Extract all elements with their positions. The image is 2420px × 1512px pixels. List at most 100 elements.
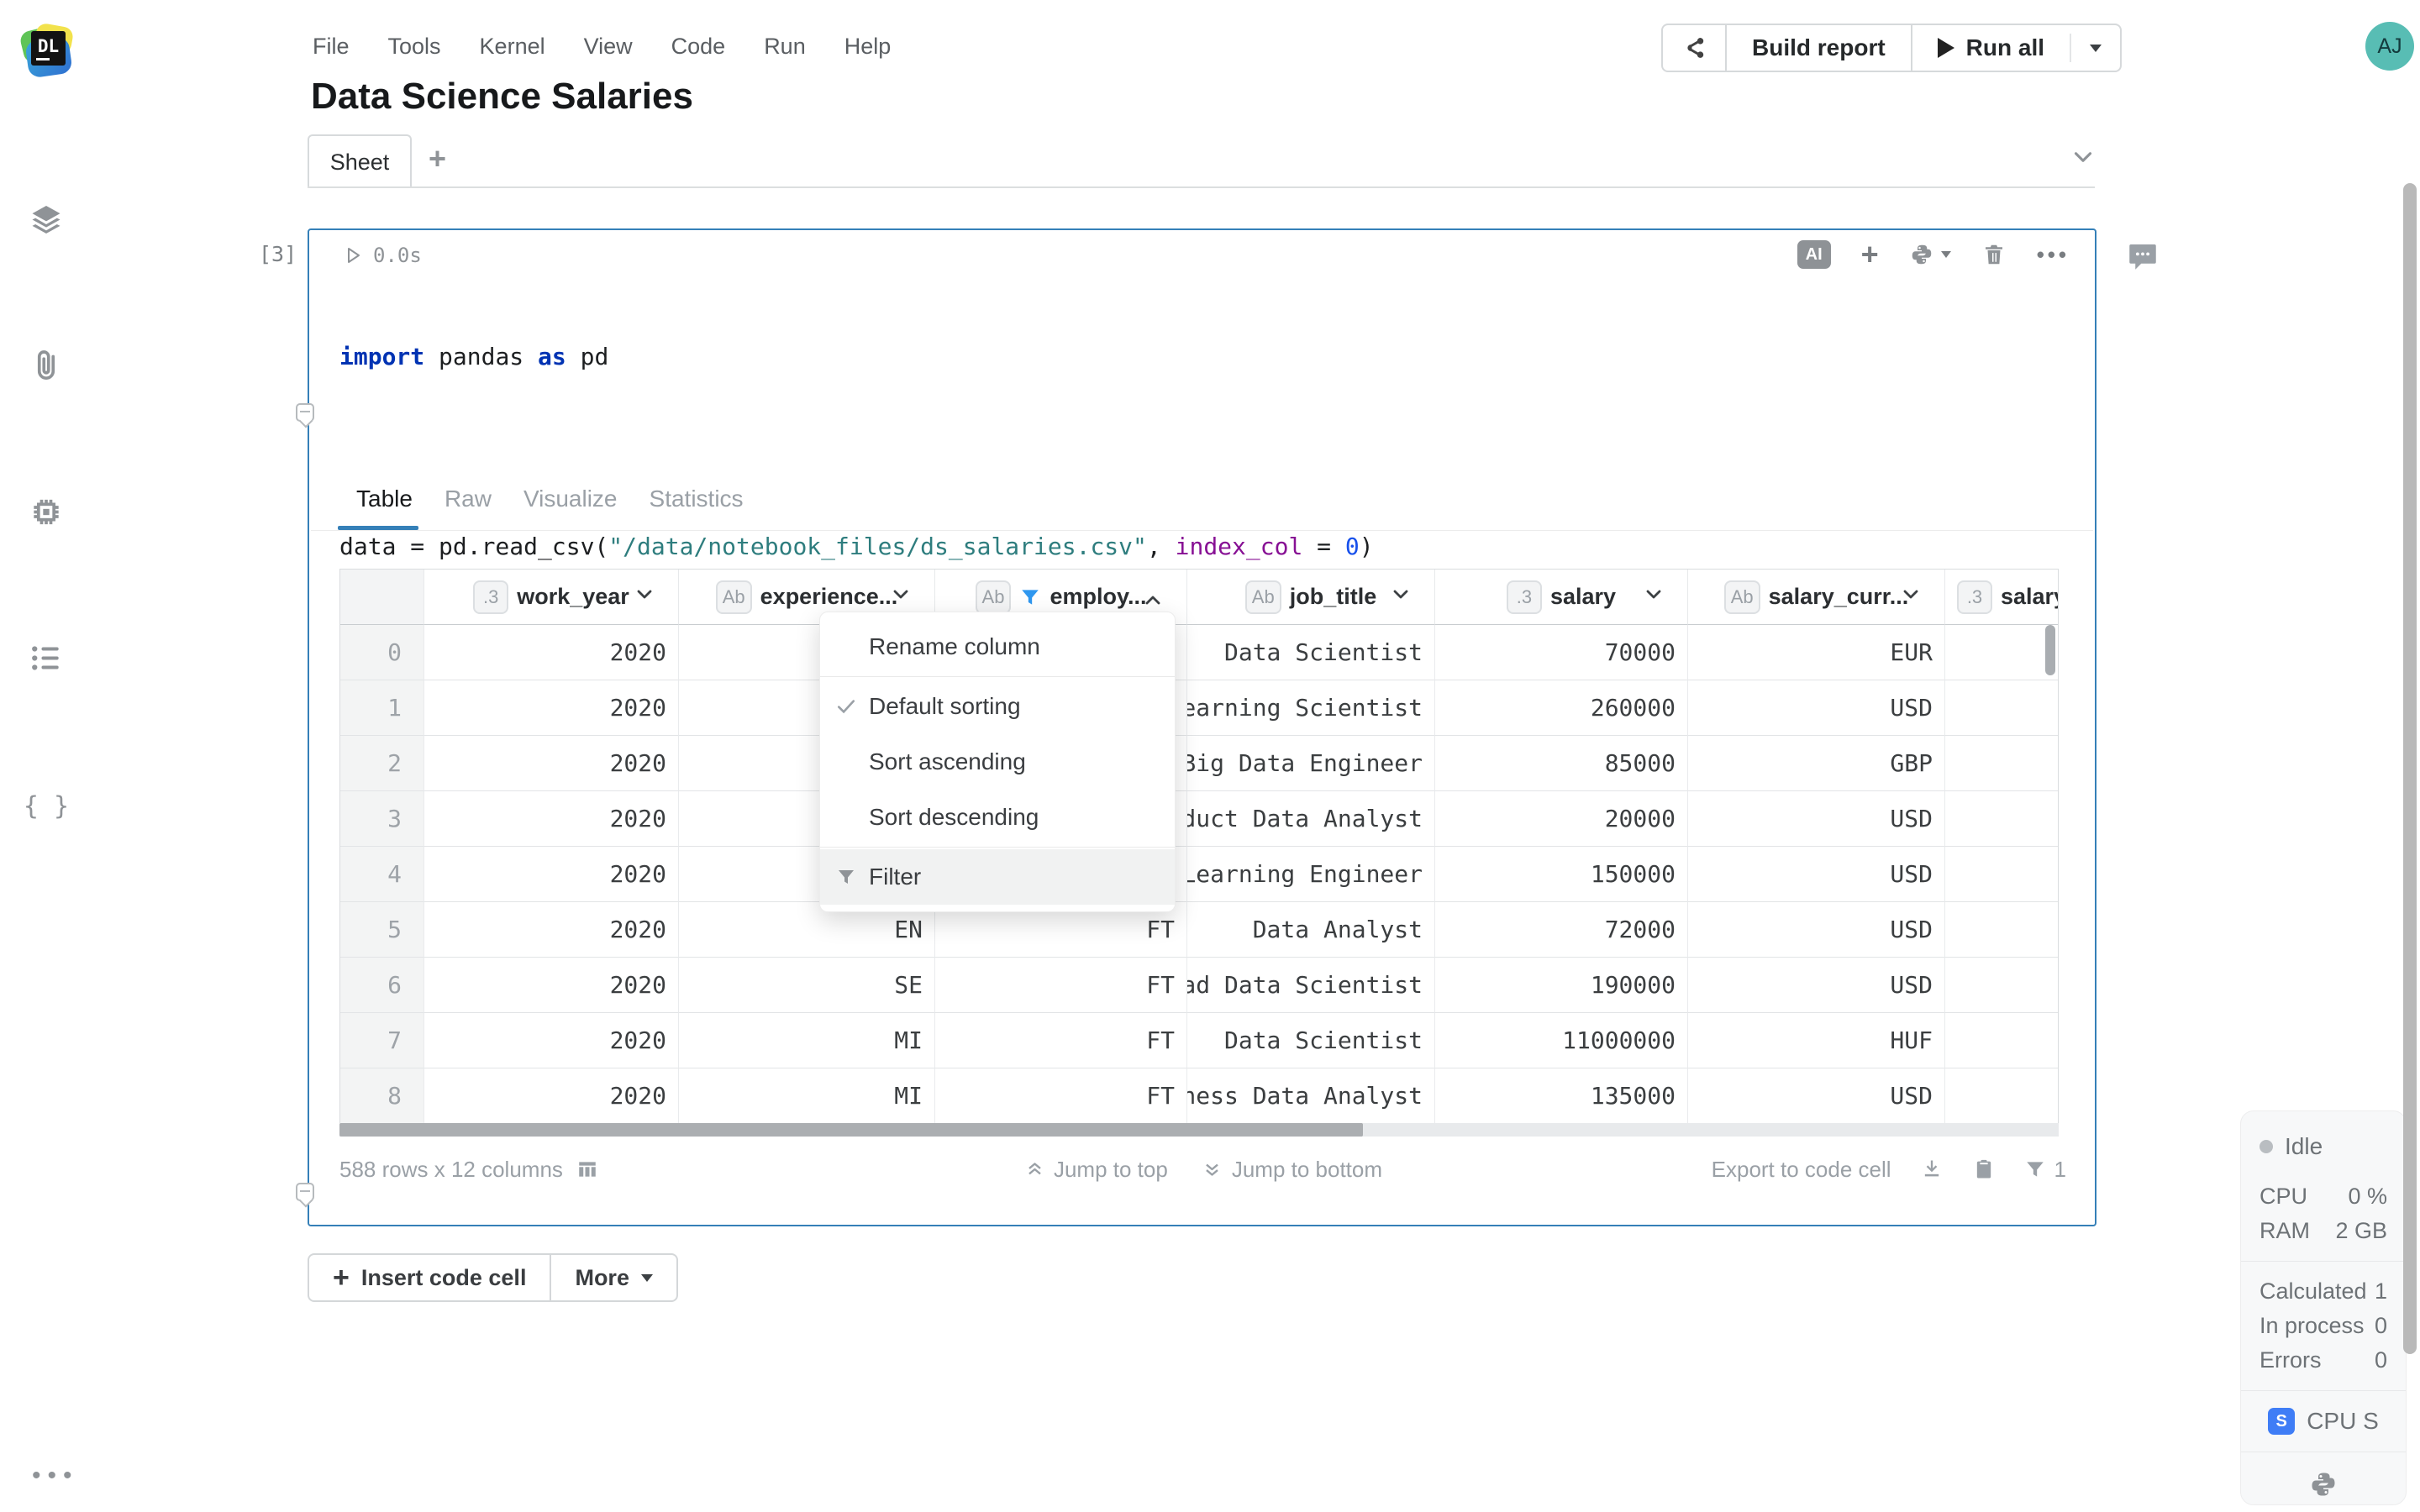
table-cell[interactable]: MI — [679, 1068, 935, 1124]
table-cell[interactable]: 2020 — [424, 958, 679, 1013]
table-cell[interactable]: Data Analyst — [1187, 902, 1435, 958]
table-cell[interactable]: 2020 — [424, 902, 679, 958]
attached-data-icon[interactable] — [28, 202, 65, 243]
jump-to-bottom-button[interactable]: Jump to bottom — [1202, 1157, 1382, 1183]
table-cell[interactable]: Data Scientist — [1187, 625, 1435, 680]
table-cell[interactable]: 2020 — [424, 847, 679, 902]
menu-file[interactable]: File — [313, 34, 350, 60]
share-button[interactable] — [1663, 25, 1725, 71]
menu-item-sort-ascending[interactable]: Sort ascending — [820, 734, 1175, 790]
table-cell[interactable]: 20000 — [1435, 791, 1688, 847]
menu-kernel[interactable]: Kernel — [480, 34, 545, 60]
run-options-dropdown[interactable] — [2071, 25, 2120, 71]
menu-tools[interactable]: Tools — [388, 34, 441, 60]
datalore-logo[interactable]: DL — [22, 25, 72, 76]
table-cell[interactable]: USD — [1688, 958, 1945, 1013]
export-to-code-cell-button[interactable]: Export to code cell — [1712, 1157, 1891, 1183]
table-cell[interactable]: Big Data Engineer — [1187, 736, 1435, 791]
table-cell[interactable]: Machine Learning Engineer — [1187, 847, 1435, 902]
kernel-python-button[interactable] — [2241, 1469, 2406, 1499]
menu-item-rename-column[interactable]: Rename column — [820, 619, 1175, 675]
table-cell[interactable]: USD — [1688, 680, 1945, 736]
run-cell-icon[interactable] — [343, 245, 363, 265]
table-cell[interactable]: USD — [1688, 902, 1945, 958]
column-header-work-year[interactable]: .3work_year — [424, 570, 679, 625]
comment-icon[interactable] — [2124, 239, 2161, 278]
menu-item-sort-descending[interactable]: Sort descending — [820, 790, 1175, 845]
table-cell[interactable]: SE — [679, 958, 935, 1013]
attachments-icon[interactable] — [28, 348, 65, 389]
variables-icon[interactable]: { } — [24, 792, 69, 822]
table-cell[interactable]: FT — [935, 1068, 1187, 1124]
chevron-down-icon[interactable] — [1899, 582, 1923, 612]
table-cell[interactable]: 11000000 — [1435, 1013, 1688, 1068]
table-cell[interactable]: FT — [935, 1013, 1187, 1068]
table-cell[interactable] — [1945, 625, 2059, 680]
menu-item-default-sorting[interactable]: Default sorting — [820, 679, 1175, 734]
avatar[interactable]: AJ — [2365, 22, 2414, 71]
build-report-button[interactable]: Build report — [1727, 25, 1911, 71]
tab-statistics[interactable]: Statistics — [650, 482, 744, 516]
tab-table[interactable]: Table — [356, 482, 413, 516]
cell-language-dropdown[interactable] — [1909, 242, 1951, 267]
delete-cell-icon[interactable] — [1981, 242, 2007, 267]
chevron-down-icon[interactable] — [889, 582, 913, 612]
table-cell[interactable]: Lead Data Scientist — [1187, 958, 1435, 1013]
table-cell[interactable]: 2020 — [424, 680, 679, 736]
chevron-down-icon[interactable] — [1642, 582, 1665, 612]
table-cell[interactable]: 150000 — [1435, 847, 1688, 902]
table-cell[interactable]: 135000 — [1435, 1068, 1688, 1124]
table-cell[interactable]: Business Data Analyst — [1187, 1068, 1435, 1124]
table-cell[interactable] — [1945, 680, 2059, 736]
machine-selector[interactable]: S CPU S — [2241, 1408, 2406, 1435]
tab-visualize[interactable]: Visualize — [523, 482, 618, 516]
cell-collapse-handle[interactable] — [296, 1183, 314, 1201]
copy-icon[interactable] — [1972, 1158, 1996, 1181]
tab-sheet[interactable]: Sheet — [308, 134, 412, 188]
page-scrollbar[interactable] — [2403, 183, 2417, 1354]
chevron-down-icon[interactable] — [1389, 582, 1413, 612]
column-header-salary-currency[interactable]: Absalary_curr... — [1688, 570, 1945, 625]
chevron-down-icon[interactable] — [633, 582, 656, 612]
table-cell[interactable]: USD — [1688, 1068, 1945, 1124]
cell-collapse-handle[interactable] — [296, 403, 314, 422]
menu-view[interactable]: View — [584, 34, 633, 60]
table-cell[interactable] — [1945, 902, 2059, 958]
table-cell[interactable]: MI — [679, 1013, 935, 1068]
jump-to-top-button[interactable]: Jump to top — [1023, 1157, 1168, 1183]
insert-code-cell-button[interactable]: + Insert code cell — [309, 1255, 550, 1300]
table-cell[interactable]: Machine Learning Scientist — [1187, 680, 1435, 736]
tab-raw[interactable]: Raw — [445, 482, 492, 516]
table-horizontal-scrollbar[interactable] — [339, 1123, 2059, 1137]
table-cell[interactable] — [1945, 791, 2059, 847]
table-cell[interactable]: 85000 — [1435, 736, 1688, 791]
table-cell[interactable]: GBP — [1688, 736, 1945, 791]
scrollbar-thumb[interactable] — [339, 1123, 1363, 1137]
table-cell[interactable] — [1945, 1068, 2059, 1124]
column-header-salary-in-usd[interactable]: .3salary_i — [1945, 570, 2059, 625]
table-cell[interactable]: 2020 — [424, 625, 679, 680]
table-cell[interactable]: 72000 — [1435, 902, 1688, 958]
menu-help[interactable]: Help — [844, 34, 892, 60]
table-cell[interactable]: FT — [935, 958, 1187, 1013]
menu-code[interactable]: Code — [671, 34, 726, 60]
add-cell-icon[interactable]: + — [1861, 242, 1879, 267]
table-cell[interactable]: USD — [1688, 847, 1945, 902]
download-icon[interactable] — [1920, 1158, 1944, 1181]
columns-icon[interactable] — [576, 1158, 598, 1180]
run-all-button[interactable]: Run all — [1912, 25, 2070, 71]
table-cell[interactable]: Product Data Analyst — [1187, 791, 1435, 847]
add-sheet-button[interactable]: + — [429, 141, 446, 176]
ai-assistant-icon[interactable]: AI — [1797, 240, 1831, 269]
table-cell[interactable]: 2020 — [424, 736, 679, 791]
table-cell[interactable]: 2020 — [424, 1068, 679, 1124]
table-cell[interactable]: 260000 — [1435, 680, 1688, 736]
table-cell[interactable]: 2020 — [424, 791, 679, 847]
table-of-contents-icon[interactable] — [28, 640, 65, 681]
table-cell[interactable]: 70000 — [1435, 625, 1688, 680]
table-cell[interactable] — [1945, 736, 2059, 791]
table-vertical-scrollbar[interactable] — [2045, 625, 2055, 675]
menu-item-filter[interactable]: Filter — [820, 849, 1175, 905]
chevron-up-icon[interactable] — [1141, 582, 1165, 612]
table-cell[interactable]: 2020 — [424, 1013, 679, 1068]
